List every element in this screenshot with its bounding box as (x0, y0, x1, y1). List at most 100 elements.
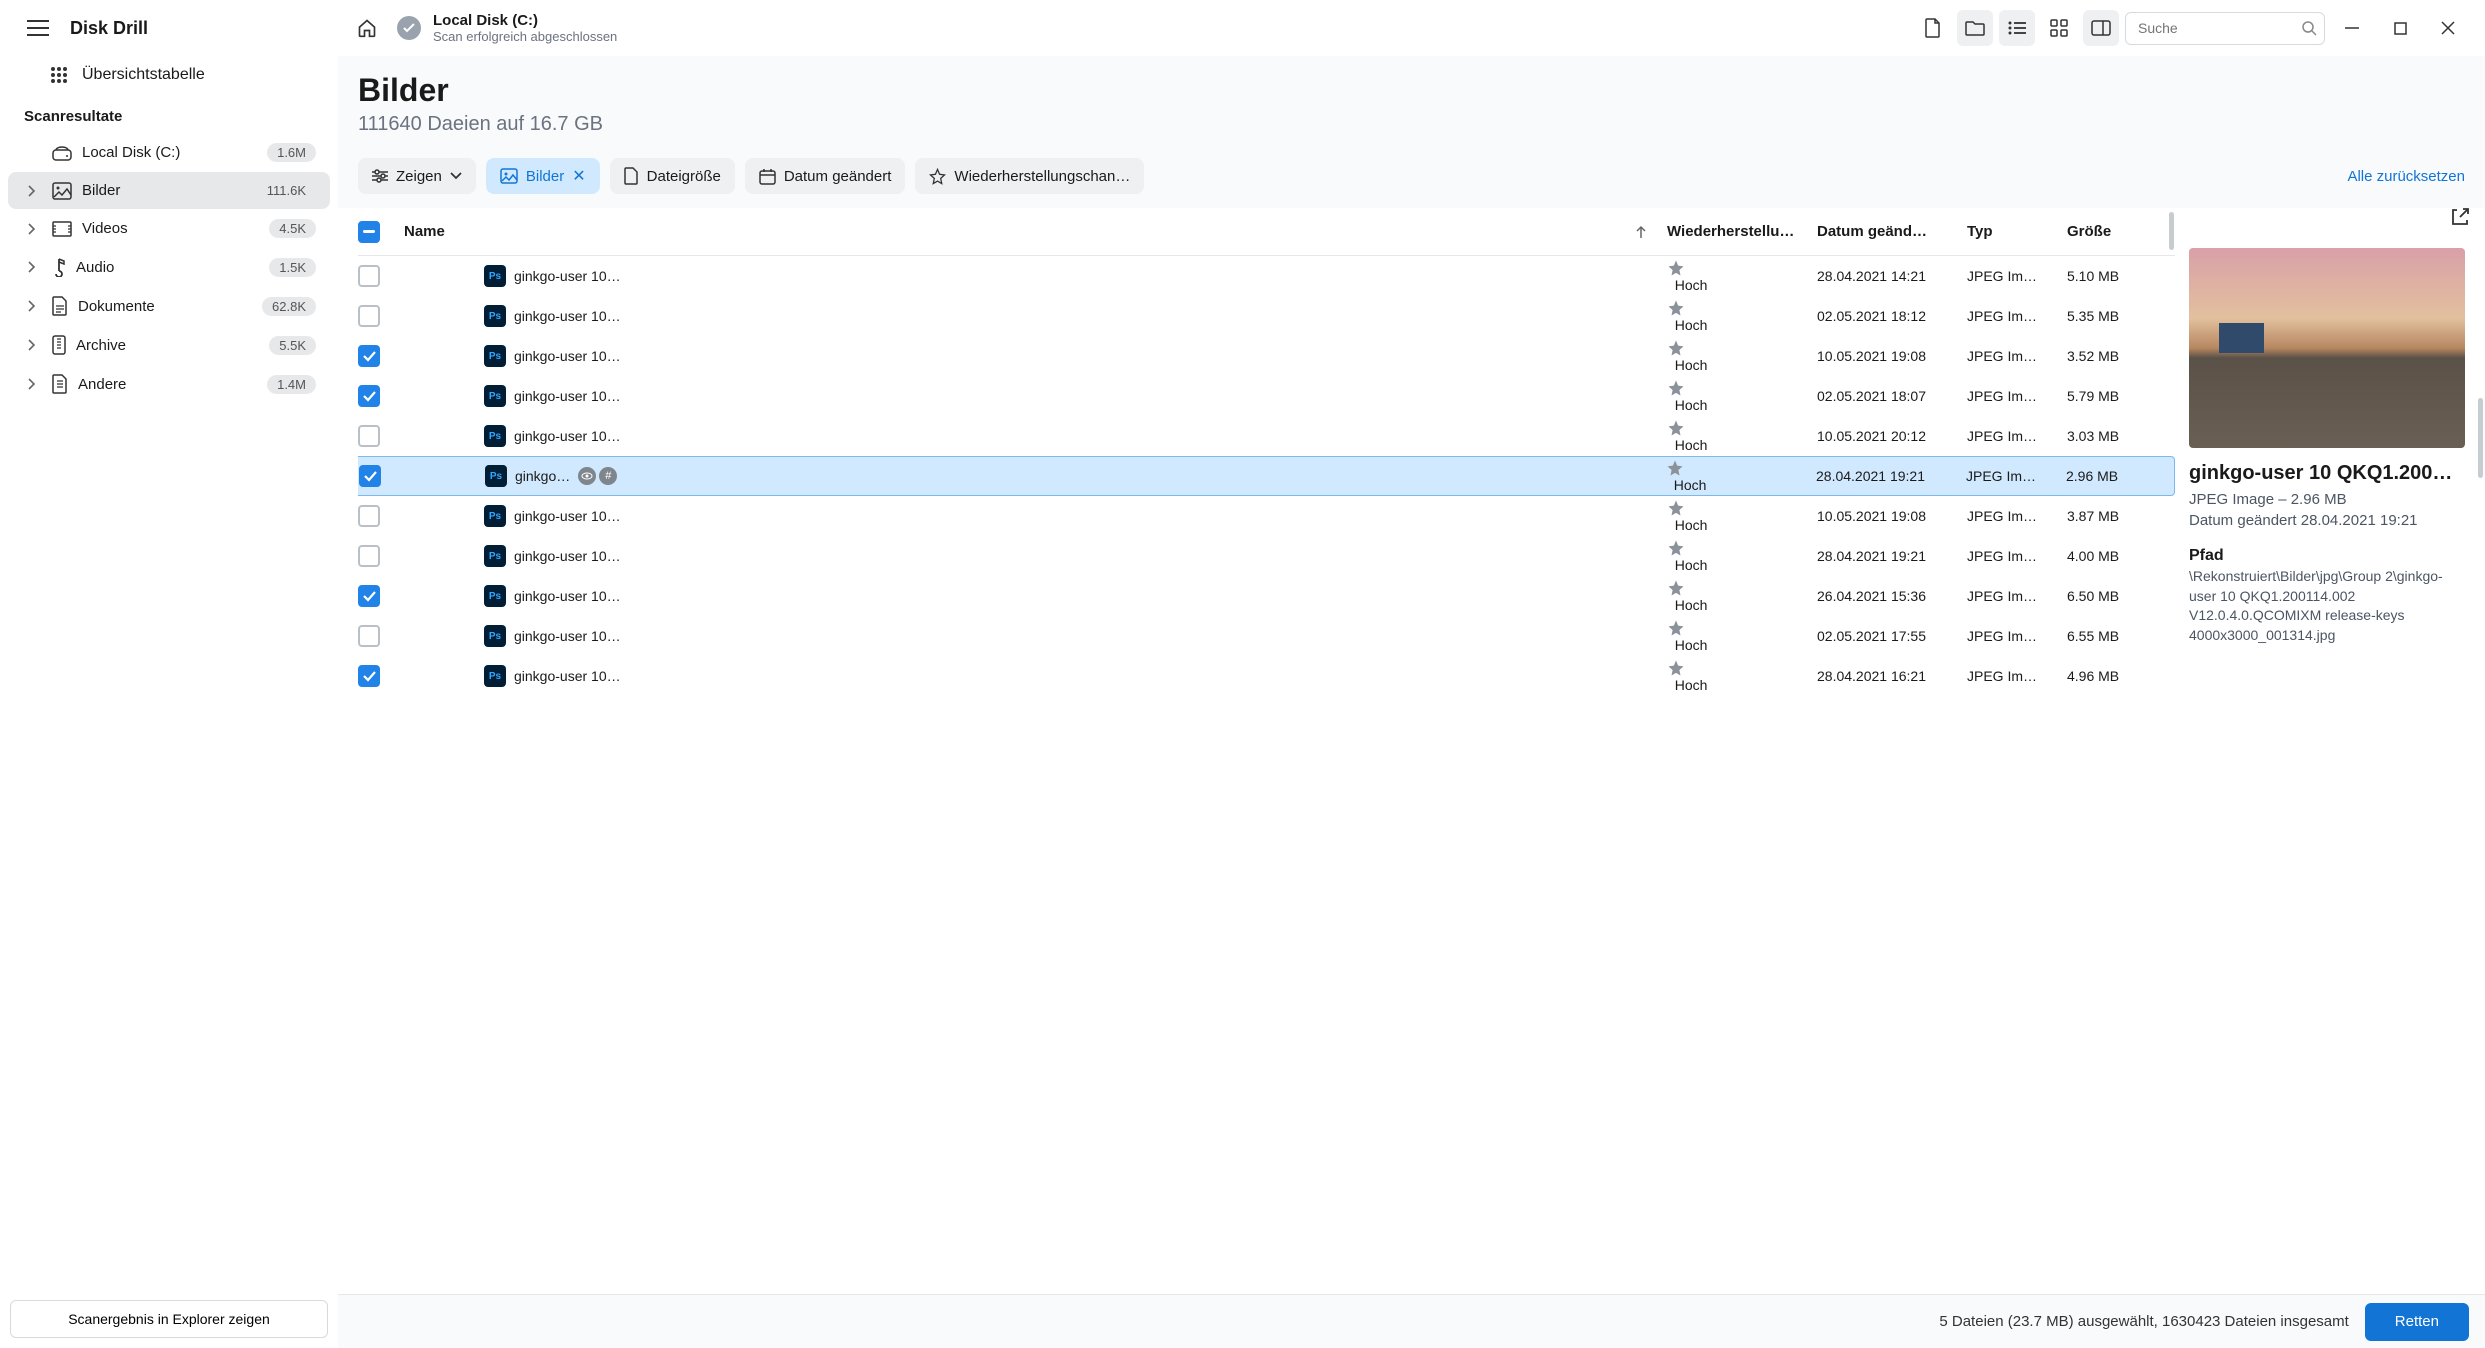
filter-bilder-chip[interactable]: Bilder ✕ (486, 158, 600, 194)
star-icon (1667, 299, 1817, 317)
photoshop-icon: Ps (484, 425, 506, 447)
sliders-icon (372, 169, 388, 183)
recovery-value: Hoch (1675, 677, 1708, 693)
grid-dots-icon (50, 66, 68, 84)
recover-button[interactable]: Retten (2365, 1303, 2469, 1341)
recovery-value: Hoch (1675, 437, 1708, 453)
file-name: ginkgo-user 10… (514, 628, 621, 644)
popout-button[interactable] (2451, 208, 2469, 226)
row-checkbox[interactable] (359, 465, 381, 487)
table-row[interactable]: Psginkgo-user 10… Hoch10.05.2021 20:12JP… (358, 416, 2175, 456)
sidebar-item-localdiskc[interactable]: Local Disk (C:)1.6M (8, 134, 330, 171)
menu-icon (27, 20, 49, 36)
col-type-header[interactable]: Typ (1967, 223, 2067, 240)
hamburger-button[interactable] (20, 10, 56, 46)
remove-chip-icon[interactable]: ✕ (572, 166, 585, 186)
star-icon (1667, 499, 1817, 517)
date-value: 10.05.2021 20:12 (1817, 428, 1967, 444)
sidebar-item-label: Andere (78, 376, 257, 393)
star-icon (1667, 379, 1817, 397)
recovery-value: Hoch (1675, 597, 1708, 613)
preview-scrollbar[interactable] (2477, 238, 2483, 1284)
row-checkbox[interactable] (358, 585, 380, 607)
window-close-button[interactable] (2427, 10, 2469, 46)
file-icon (624, 167, 639, 185)
sidebar-item-bilder[interactable]: Bilder111.6K (8, 172, 330, 209)
sidebar-item-andere[interactable]: Andere1.4M (8, 365, 330, 403)
row-checkbox[interactable] (358, 665, 380, 687)
view-folder-button[interactable] (1957, 10, 1993, 46)
preview-title: ginkgo-user 10 QKQ1.200… (2189, 462, 2465, 485)
photoshop-icon: Ps (484, 345, 506, 367)
table-row[interactable]: Psginkgo…# Hoch28.04.2021 19:21JPEG Im…2… (358, 456, 2175, 496)
open-in-explorer-button[interactable]: Scanergebnis in Explorer zeigen (10, 1300, 328, 1338)
filter-recovery-chip[interactable]: Wiederherstellungschan… (915, 158, 1144, 194)
row-checkbox[interactable] (358, 265, 380, 287)
sidebar-item-audio[interactable]: Audio1.5K (8, 248, 330, 286)
external-icon (2451, 208, 2469, 226)
home-button[interactable] (349, 10, 385, 46)
table-row[interactable]: Psginkgo-user 10… Hoch02.05.2021 18:07JP… (358, 376, 2175, 416)
table-row[interactable]: Psginkgo-user 10… Hoch02.05.2021 18:12JP… (358, 296, 2175, 336)
sidebar-overview[interactable]: Übersichtstabelle (0, 56, 338, 94)
date-value: 02.05.2021 18:07 (1817, 388, 1967, 404)
sidebar-item-label: Local Disk (C:) (82, 144, 257, 161)
sidebar-item-icon (52, 145, 72, 161)
table-row[interactable]: Psginkgo-user 10… Hoch26.04.2021 15:36JP… (358, 576, 2175, 616)
table-row[interactable]: Psginkgo-user 10… Hoch28.04.2021 14:21JP… (358, 256, 2175, 296)
row-checkbox[interactable] (358, 345, 380, 367)
selection-status: 5 Dateien (23.7 MB) ausgewählt, 1630423 … (354, 1313, 2349, 1330)
sidebar-item-videos[interactable]: Videos4.5K (8, 210, 330, 247)
app-name: Disk Drill (70, 18, 148, 39)
col-date-header[interactable]: Datum geänd… (1817, 223, 1967, 240)
table-row[interactable]: Psginkgo-user 10… Hoch28.04.2021 19:21JP… (358, 536, 2175, 576)
table-row[interactable]: Psginkgo-user 10… Hoch10.05.2021 19:08JP… (358, 496, 2175, 536)
row-checkbox[interactable] (358, 625, 380, 647)
window-maximize-button[interactable] (2379, 10, 2421, 46)
window-minimize-button[interactable] (2331, 10, 2373, 46)
table-scrollbar[interactable] (2167, 212, 2175, 256)
row-checkbox[interactable] (358, 425, 380, 447)
col-name-header[interactable]: Name (404, 223, 445, 240)
grid-icon (2050, 19, 2068, 37)
col-size-header[interactable]: Größe (2067, 223, 2167, 240)
view-split-button[interactable] (2083, 10, 2119, 46)
list-icon (2008, 21, 2026, 35)
select-all-checkbox[interactable] (358, 221, 380, 243)
view-list-button[interactable] (1999, 10, 2035, 46)
search-icon (2301, 20, 2317, 36)
reset-filters-link[interactable]: Alle zurücksetzen (2347, 168, 2465, 185)
sidebar-item-archive[interactable]: Archive5.5K (8, 326, 330, 364)
file-name: ginkgo-user 10… (514, 308, 621, 324)
row-checkbox[interactable] (358, 505, 380, 527)
filter-size-chip[interactable]: Dateigröße (610, 158, 735, 194)
row-checkbox[interactable] (358, 545, 380, 567)
col-recovery-header[interactable]: Wiederherstellu… (1667, 223, 1817, 240)
photoshop-icon: Ps (485, 465, 507, 487)
sidebar-item-count: 111.6K (257, 181, 316, 200)
sidebar-item-icon (52, 221, 72, 237)
page-subtitle: 111640 Daeien auf 16.7 GB (358, 113, 2465, 136)
filter-date-chip[interactable]: Datum geändert (745, 158, 906, 194)
sidebar-item-icon (52, 182, 72, 200)
type-value: JPEG Im… (1967, 348, 2067, 364)
file-name: ginkgo-user 10… (514, 668, 621, 684)
view-file-button[interactable] (1915, 10, 1951, 46)
chevron-right-icon (28, 223, 42, 235)
row-checkbox[interactable] (358, 385, 380, 407)
view-grid-button[interactable] (2041, 10, 2077, 46)
search-input[interactable] (2125, 12, 2325, 45)
file-name: ginkgo-user 10… (514, 388, 621, 404)
table-row[interactable]: Psginkgo-user 10… Hoch28.04.2021 16:21JP… (358, 656, 2175, 696)
show-filter-button[interactable]: Zeigen (358, 158, 476, 194)
folder-icon (1965, 19, 1985, 37)
sidebar-item-dokumente[interactable]: Dokumente62.8K (8, 287, 330, 325)
recovery-value: Hoch (1674, 477, 1707, 493)
row-checkbox[interactable] (358, 305, 380, 327)
file-name: ginkgo-user 10… (514, 268, 621, 284)
size-value: 6.55 MB (2067, 628, 2167, 644)
size-value: 6.50 MB (2067, 588, 2167, 604)
photoshop-icon: Ps (484, 585, 506, 607)
table-row[interactable]: Psginkgo-user 10… Hoch02.05.2021 17:55JP… (358, 616, 2175, 656)
table-row[interactable]: Psginkgo-user 10… Hoch10.05.2021 19:08JP… (358, 336, 2175, 376)
